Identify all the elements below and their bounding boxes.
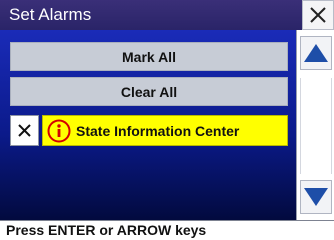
triangle-up-icon [304, 44, 328, 62]
information-icon [47, 119, 71, 142]
list-item[interactable]: State Information Center [10, 115, 288, 146]
window-title: Set Alarms [9, 5, 92, 24]
close-button[interactable] [302, 0, 334, 30]
item-checkbox[interactable] [10, 115, 39, 146]
clear-all-label: Clear All [120, 83, 178, 100]
status-bar: Press ENTER or ARROW keys [0, 220, 334, 240]
scrollbar[interactable] [296, 30, 334, 220]
close-x-icon [310, 7, 326, 23]
list-item-body[interactable]: State Information Center [42, 115, 288, 146]
mark-all-button[interactable]: Mark All [10, 42, 288, 71]
status-message: Press ENTER or ARROW keys [6, 222, 207, 238]
list-item-label: State Information Center [76, 122, 240, 139]
scroll-down-button[interactable] [300, 180, 332, 214]
triangle-down-icon [304, 188, 328, 206]
alarm-list: Mark All Clear All State Information Cen… [0, 30, 296, 220]
set-alarms-screen: Set Alarms Mark All Clear All State Info… [0, 0, 334, 240]
scroll-track[interactable] [300, 78, 332, 174]
x-mark-icon [18, 124, 31, 137]
title-bar: Set Alarms [0, 0, 334, 30]
mark-all-label: Mark All [122, 48, 176, 65]
clear-all-button[interactable]: Clear All [10, 77, 288, 106]
scroll-up-button[interactable] [300, 36, 332, 70]
